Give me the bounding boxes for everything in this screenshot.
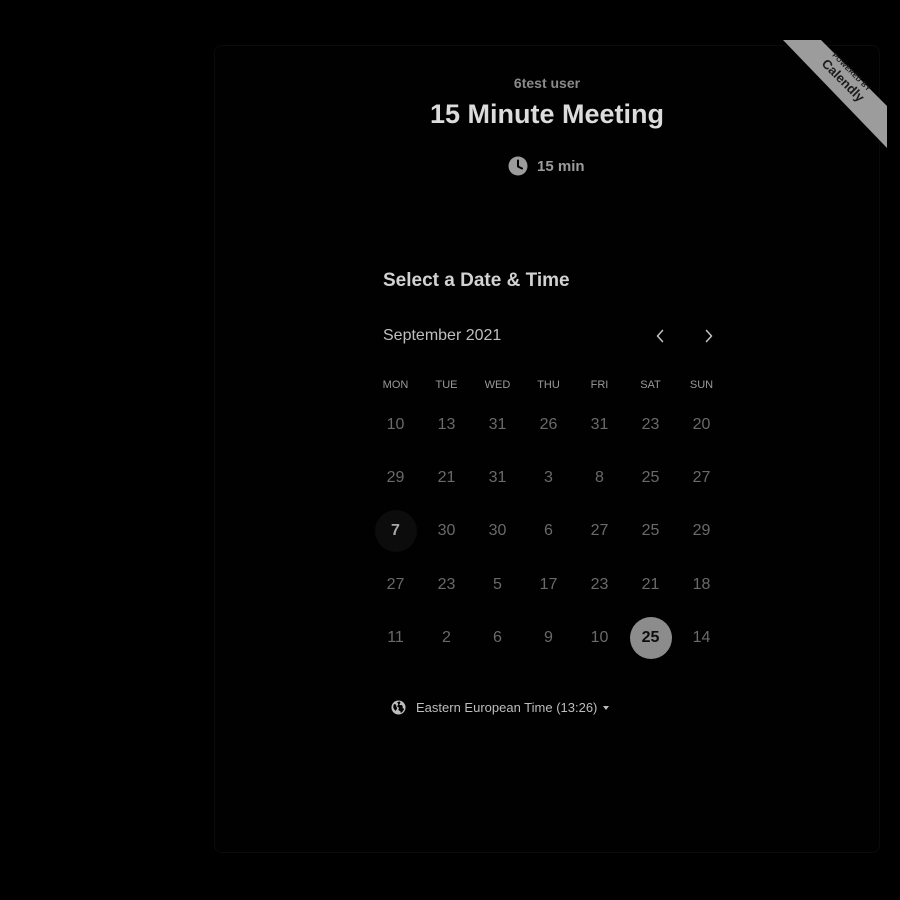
calendar-day: 25 — [641, 522, 660, 540]
month-label: September 2021 — [383, 327, 502, 344]
calendar-day: 6 — [544, 522, 553, 540]
calendar-day: 5 — [493, 575, 502, 593]
calendar-day: 27 — [590, 522, 609, 540]
globe-icon — [391, 700, 406, 715]
calendar-day: 9 — [544, 629, 553, 647]
calendar-day: 30 — [437, 522, 456, 540]
calendar-day: 27 — [692, 469, 711, 487]
weekday-header: SUN — [689, 379, 714, 391]
weekday-header: THU — [537, 379, 560, 391]
calendar-day-today: 7 — [374, 510, 417, 553]
calendar-day: 25 — [641, 469, 660, 487]
calendar-day: 26 — [539, 415, 558, 433]
calendar-day: 23 — [437, 575, 456, 593]
calendar-day: 31 — [488, 415, 507, 433]
calendar-day: 21 — [641, 575, 660, 593]
clock-icon — [508, 156, 528, 176]
calendar-day: 10 — [590, 629, 609, 647]
calendar-day: 23 — [641, 415, 660, 433]
event-duration: 15 min — [508, 156, 585, 176]
calendar-day: 29 — [692, 522, 711, 540]
calendar-day: 17 — [539, 575, 558, 593]
calendar-day: 11 — [387, 629, 404, 647]
chevron-right-icon — [705, 329, 713, 343]
calendar-day: 2 — [442, 629, 451, 647]
calendar-day: 29 — [386, 469, 405, 487]
calendar-day: 3 — [544, 469, 553, 487]
calendar-day: 6 — [493, 629, 502, 647]
calendar-day: 30 — [488, 522, 507, 540]
calendar-day: 23 — [590, 575, 609, 593]
weekday-header: WED — [484, 379, 511, 391]
select-date-heading: Select a Date & Time — [383, 270, 570, 291]
event-title: 15 Minute Meeting — [429, 99, 665, 129]
timezone-selector[interactable]: Eastern European Time (13:26) — [391, 700, 610, 715]
duration-label: 15 min — [537, 157, 585, 175]
powered-by-calendly-badge[interactable]: POWERED BY Calendly — [783, 40, 887, 148]
caret-down-icon — [603, 705, 610, 710]
previous-month-button[interactable] — [648, 324, 672, 348]
calendar-day: 18 — [692, 575, 711, 593]
calendar-day-selected[interactable]: 25 — [629, 617, 672, 660]
weekday-header: SAT — [640, 379, 661, 391]
timezone-label: Eastern European Time (13:26) — [416, 700, 598, 715]
calendar-day: 21 — [437, 469, 456, 487]
calendar-day: 13 — [437, 415, 456, 433]
weekday-header: MON — [382, 379, 409, 391]
event-owner: 6test user — [513, 75, 581, 91]
chevron-left-icon — [656, 329, 664, 343]
calendar-day: 10 — [386, 415, 405, 433]
calendar-day: 27 — [386, 575, 405, 593]
calendar-day: 14 — [692, 629, 711, 647]
calendar-day: 31 — [590, 415, 609, 433]
calendar-grid: MON TUE WED THU FRI SAT SUN 10 13 31 26 … — [370, 372, 727, 665]
weekday-header: TUE — [435, 379, 458, 391]
calendar-day: 31 — [488, 469, 507, 487]
weekday-header: FRI — [590, 379, 609, 391]
next-month-button[interactable] — [697, 324, 721, 348]
calendar-day: 8 — [595, 469, 604, 487]
calendar-day: 20 — [692, 415, 711, 433]
